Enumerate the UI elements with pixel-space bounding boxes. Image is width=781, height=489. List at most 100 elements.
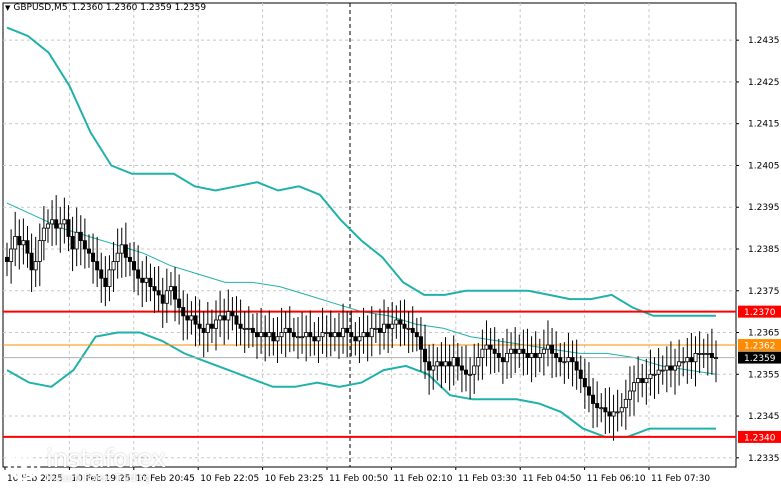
candle-body — [168, 286, 173, 292]
candle-body — [382, 323, 387, 333]
candle-body — [254, 332, 259, 338]
time-tick-label: 10 Feb 22:05 — [200, 474, 259, 484]
candle-body — [623, 398, 628, 409]
candle-body — [13, 236, 18, 250]
candle-body — [693, 353, 698, 363]
candle-body — [218, 315, 223, 321]
candle-body — [660, 369, 665, 372]
candle-body — [17, 236, 22, 246]
candle-body — [591, 394, 596, 404]
candle-body — [144, 277, 149, 283]
candle-body — [554, 353, 559, 358]
candle-body — [496, 353, 501, 358]
candle-body — [304, 332, 309, 338]
candle-body — [205, 323, 210, 333]
candle-body — [513, 348, 518, 354]
candle-body — [259, 332, 264, 338]
price-tick-label: 1.2425 — [748, 78, 780, 88]
candle-body — [570, 357, 575, 363]
candle-body — [25, 240, 30, 254]
time-tick-label: 11 Feb 04:50 — [522, 474, 581, 484]
level-price-tag-text: 1.2362 — [744, 342, 776, 352]
time-tick-label: 11 Feb 06:10 — [587, 474, 646, 484]
candle-body — [283, 327, 288, 333]
candle-body — [50, 219, 55, 225]
watermark-brand: instaforex — [46, 444, 166, 473]
current-price-tag-text: 1.2359 — [744, 354, 776, 364]
candle-body — [529, 353, 534, 358]
candle-body — [427, 361, 432, 371]
candle-body — [132, 261, 137, 271]
candle-body — [291, 332, 296, 338]
candle-body — [525, 353, 530, 358]
candle-body — [369, 327, 374, 338]
price-tick-label: 1.2375 — [748, 287, 780, 297]
candle-body — [127, 256, 132, 262]
candle-body — [357, 336, 362, 342]
candle-body — [82, 240, 87, 250]
price-tick-label: 1.2345 — [748, 412, 780, 422]
candle-body — [185, 315, 190, 321]
candle-body — [632, 382, 637, 392]
candle-body — [99, 269, 104, 279]
candle-body — [95, 261, 100, 271]
candle-body — [472, 365, 477, 375]
price-tick-label: 1.2415 — [748, 120, 780, 130]
candle-body — [406, 327, 411, 330]
candle-body — [468, 373, 473, 376]
candle-body — [238, 323, 243, 329]
candle-body — [484, 344, 489, 350]
candle-body — [537, 353, 542, 358]
candle-body — [111, 261, 116, 271]
candle-body — [246, 327, 251, 330]
candle-body — [226, 311, 231, 321]
candle-body — [29, 252, 34, 271]
candle-body — [492, 348, 497, 354]
candle-body — [242, 327, 247, 330]
candle-body — [308, 332, 313, 338]
candle-body — [115, 252, 120, 262]
candle-body — [107, 269, 112, 287]
candle-body — [423, 348, 428, 363]
price-chart[interactable]: 1.2435 1.2425 1.2415 1.2405 1.2395 1.2385 1.23… — [0, 0, 781, 489]
candle-body — [373, 327, 378, 330]
candle-body — [250, 327, 255, 333]
candle-body — [197, 323, 202, 329]
candle-body — [558, 357, 563, 363]
candle-body — [21, 240, 26, 246]
candle-body — [447, 361, 452, 367]
candle-body — [603, 407, 608, 413]
candle-body — [300, 336, 305, 339]
candle-body — [156, 290, 161, 296]
candle-body — [214, 319, 219, 329]
candle-body — [648, 373, 653, 379]
candle-body — [386, 323, 391, 329]
candle-body — [164, 290, 169, 304]
price-tick-label: 1.2365 — [748, 329, 780, 339]
level-price-tag-text: 1.2340 — [744, 433, 776, 443]
candle-body — [86, 248, 91, 254]
dropdown-arrow-icon[interactable]: ▼ — [5, 4, 10, 12]
candle-body — [267, 332, 272, 338]
candle-body — [295, 336, 300, 339]
candle-body — [533, 353, 538, 358]
candle-body — [119, 244, 124, 254]
price-tick-label: 1.2385 — [748, 245, 780, 255]
candle-body — [656, 369, 661, 375]
candle-body — [611, 411, 616, 417]
time-tick-label: 11 Feb 00:50 — [329, 474, 388, 484]
candle-body — [439, 361, 444, 367]
time-tick-label: 10 Feb 23:25 — [265, 474, 324, 484]
candle-body — [287, 327, 292, 333]
candle-body — [714, 357, 719, 359]
candle-body — [615, 411, 620, 414]
candle-body — [320, 332, 325, 338]
candle-body — [103, 277, 108, 287]
candle-body — [230, 311, 235, 317]
instaforex-watermark: instaforex Instant Forex Trading — [6, 444, 186, 486]
candle-body — [361, 332, 366, 338]
candle-body — [9, 248, 14, 262]
candle-body — [652, 373, 657, 376]
candle-body — [45, 223, 50, 229]
candle-body — [33, 261, 38, 271]
